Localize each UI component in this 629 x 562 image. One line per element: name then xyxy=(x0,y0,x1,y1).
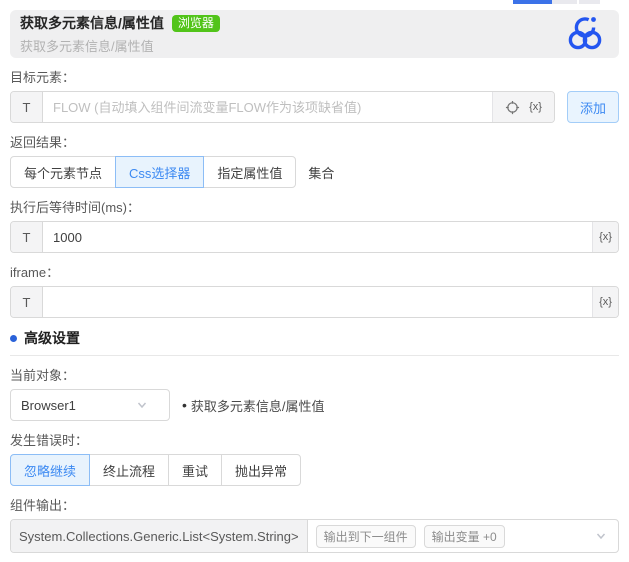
text-type-prefix: T xyxy=(11,287,43,317)
note-text: 获取多元素信息/属性值 xyxy=(190,398,325,414)
component-output-select[interactable]: System.Collections.Generic.List<System.S… xyxy=(10,519,619,553)
target-element-suffix: {x} xyxy=(492,92,554,122)
component-config-panel: 获取多元素信息/属性值 浏览器 获取多元素信息/属性值 目标元素： T FLOW… xyxy=(0,0,629,562)
section-divider xyxy=(10,355,619,356)
on-error-label: 发生错误时： xyxy=(10,433,89,448)
collection-text: 集合 xyxy=(308,165,335,181)
output-to-next-tag[interactable]: 输出到下一组件 xyxy=(315,524,416,548)
wait-time-label: 执行后等待时间(ms)： xyxy=(10,200,140,215)
current-object-field: 当前对象： Browser1 • 获取多元素信息/属性值 xyxy=(10,368,619,421)
text-type-prefix: T xyxy=(11,92,43,122)
advanced-settings-title: 高级设置 xyxy=(24,330,80,346)
add-button[interactable]: 添加 xyxy=(567,91,619,123)
variable-icon[interactable]: {x} xyxy=(599,231,612,243)
current-object-value: Browser1 xyxy=(21,397,76,413)
advanced-settings-section: 高级设置 xyxy=(10,328,619,356)
wait-time-suffix: {x} xyxy=(592,222,618,252)
target-element-label: 目标元素： xyxy=(10,70,76,85)
component-subtitle: 获取多元素信息/属性值 xyxy=(20,39,154,54)
chevron-down-icon xyxy=(135,398,149,412)
on-error-options: 忽略继续 终止流程 重试 抛出异常 xyxy=(10,454,619,486)
variable-icon[interactable]: {x} xyxy=(599,296,612,308)
current-object-label: 当前对象： xyxy=(10,368,76,383)
target-element-field: 目标元素： T {x} 添加 xyxy=(10,70,619,123)
category-badge: 浏览器 xyxy=(171,14,220,32)
iframe-suffix: {x} xyxy=(592,287,618,317)
wait-time-input[interactable] xyxy=(43,222,592,252)
wait-time-input-group: T {x} xyxy=(10,221,619,253)
iframe-input-group: T {x} xyxy=(10,286,619,318)
text-type-prefix: T xyxy=(11,222,43,252)
chevron-down-icon xyxy=(594,529,608,543)
option-css-selector[interactable]: Css选择器 xyxy=(115,156,205,188)
option-ignore-continue[interactable]: 忽略继续 xyxy=(10,454,91,486)
pick-element-icon[interactable] xyxy=(505,100,520,115)
target-element-input-group: T {x} xyxy=(10,91,555,123)
return-result-options: 每个元素节点 Css选择器 指定属性值 集合 xyxy=(10,156,619,188)
component-output-field: 组件输出： System.Collections.Generic.List<Sy… xyxy=(10,498,619,553)
iframe-field: iframe： T {x} xyxy=(10,265,619,318)
tab-fragment[interactable] xyxy=(579,0,600,4)
iframe-label: iframe： xyxy=(10,265,60,280)
return-result-field: 返回结果： 每个元素节点 Css选择器 指定属性值 集合 xyxy=(10,135,619,188)
option-terminate-flow[interactable]: 终止流程 xyxy=(89,454,170,486)
section-bullet-icon xyxy=(10,334,17,342)
active-tab-fragment[interactable] xyxy=(513,0,552,4)
header-text: 获取多元素信息/属性值 浏览器 获取多元素信息/属性值 xyxy=(20,13,220,55)
note-bullet-icon: • xyxy=(182,397,187,413)
tab-fragment[interactable] xyxy=(552,0,578,4)
option-every-element-node[interactable]: 每个元素节点 xyxy=(10,156,117,188)
component-header: 获取多元素信息/属性值 浏览器 获取多元素信息/属性值 xyxy=(10,10,619,58)
wait-time-field: 执行后等待时间(ms)： T {x} xyxy=(10,200,619,253)
browser-logo-icon xyxy=(565,14,605,54)
output-tags: 输出到下一组件 输出变量 +0 xyxy=(308,524,594,548)
component-output-label: 组件输出： xyxy=(10,498,76,513)
on-error-field: 发生错误时： 忽略继续 终止流程 重试 抛出异常 xyxy=(10,433,619,486)
output-variable-tag[interactable]: 输出变量 +0 xyxy=(423,524,505,548)
return-result-label: 返回结果： xyxy=(10,135,76,150)
current-object-note: • 获取多元素信息/属性值 xyxy=(182,396,325,415)
current-object-select[interactable]: Browser1 xyxy=(10,389,170,421)
variable-icon[interactable]: {x} xyxy=(529,101,542,113)
target-element-input[interactable] xyxy=(43,92,492,122)
option-throw-exception[interactable]: 抛出异常 xyxy=(221,454,302,486)
output-type-text: System.Collections.Generic.List<System.S… xyxy=(11,520,308,552)
option-specified-attribute[interactable]: 指定属性值 xyxy=(203,156,297,188)
iframe-input[interactable] xyxy=(43,287,592,317)
option-retry[interactable]: 重试 xyxy=(168,454,223,486)
component-title: 获取多元素信息/属性值 xyxy=(20,15,164,31)
